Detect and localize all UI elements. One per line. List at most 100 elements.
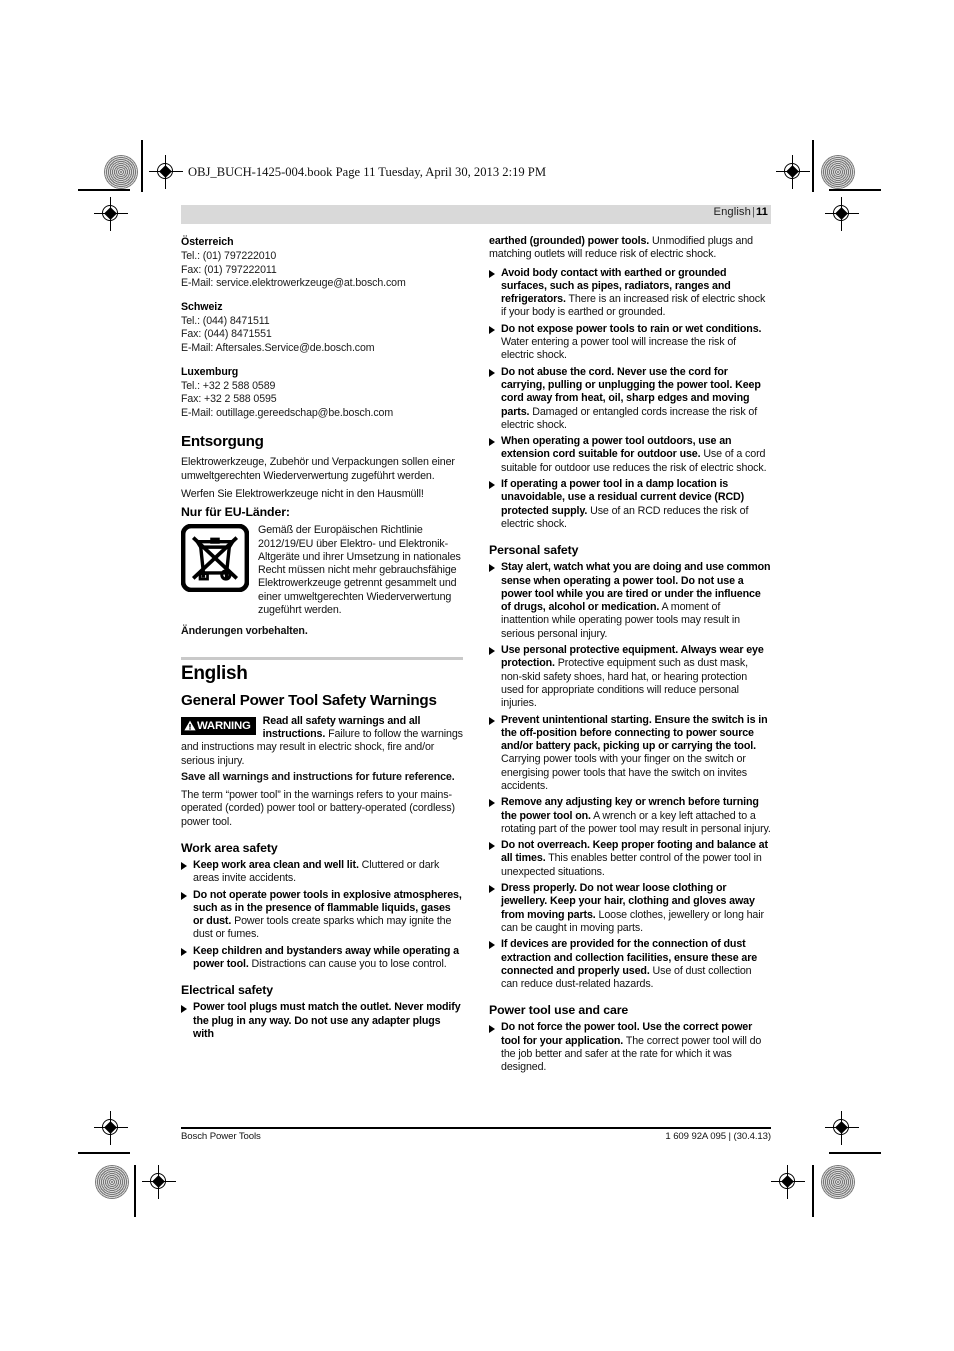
section-divider-rule <box>181 656 463 660</box>
address-line: Fax: +32 2 588 0595 <box>181 393 277 406</box>
crop-line-bottom-left-vertical <box>134 1165 136 1217</box>
bullet-triangle-icon <box>489 325 495 334</box>
page-title-english: English <box>181 662 248 684</box>
running-header-label: English|11 <box>714 206 768 218</box>
crop-line-left-upper-horizontal <box>78 189 130 191</box>
electrical-safety-list: Power tool plugs must match the outlet. … <box>181 1001 463 1041</box>
save-instructions-line: Save all warnings and instructions for f… <box>181 770 455 783</box>
list-item: Power tool plugs must match the outlet. … <box>181 1001 463 1041</box>
list-item: If devices are provided for the connecti… <box>489 938 771 991</box>
heading-electrical-safety: Electrical safety <box>181 983 273 998</box>
address-line: E-Mail: service.elektrowerkzeuge@at.bosc… <box>181 277 406 290</box>
registration-mark-bottom-left <box>94 1111 128 1145</box>
subject-to-change-notice: Änderungen vorbehalten. <box>181 625 308 638</box>
footer-right-text: 1 609 92A 095 | (30.4.13) <box>665 1131 771 1142</box>
warning-callout: WARNING Read all safety warnings and all… <box>181 715 463 768</box>
bullet-triangle-icon <box>181 1004 187 1013</box>
crop-line-bottom-right-vertical <box>812 1165 814 1217</box>
page-footer: Bosch Power Tools 1 609 92A 095 | (30.4.… <box>181 1131 771 1142</box>
address-line: E-Mail: outillage.gereedschap@be.bosch.c… <box>181 406 394 419</box>
list-item: Do not expose power tools to rain or wet… <box>489 323 771 363</box>
halftone-dot-bottom-right <box>821 1165 855 1199</box>
heading-general-safety-warnings: General Power Tool Safety Warnings <box>181 691 437 709</box>
footer-left-text: Bosch Power Tools <box>181 1131 261 1142</box>
list-item: Dress properly. Do not wear loose clothi… <box>489 882 771 935</box>
registration-mark-bottom-right <box>825 1111 859 1145</box>
personal-safety-list: Stay alert, watch what you are doing and… <box>489 561 771 991</box>
heading-power-tool-use-and-care: Power tool use and care <box>489 1003 629 1018</box>
registration-mark-right-upper <box>825 197 859 231</box>
crop-line-bottom-left-horizontal <box>78 1152 130 1154</box>
halftone-dot-bottom-left <box>95 1165 129 1199</box>
work-area-safety-list: Keep work area clean and well lit. Clutt… <box>181 859 463 971</box>
running-header-language: English <box>713 206 751 218</box>
bullet-triangle-icon <box>181 862 187 871</box>
service-address-austria: Österreich Tel.: (01) 797222010 Fax: (01… <box>181 235 463 291</box>
bullet-triangle-icon <box>489 1024 495 1033</box>
bullet-triangle-icon <box>489 799 495 808</box>
bullet-triangle-icon <box>489 269 495 278</box>
bullet-triangle-icon <box>489 716 495 725</box>
list-item: Do not force the power tool. Use the cor… <box>489 1021 771 1074</box>
left-column: Österreich Tel.: (01) 797222010 Fax: (01… <box>180 235 463 1078</box>
list-item: When operating a power tool outdoors, us… <box>489 435 771 475</box>
address-country-name: Luxemburg <box>181 365 239 378</box>
electrical-safety-carryover: earthed (grounded) power tools. Unmodifi… <box>489 235 771 262</box>
footer-divider-rule <box>181 1127 771 1129</box>
bullet-triangle-icon <box>489 647 495 656</box>
halftone-dot-top-right <box>821 155 855 189</box>
crop-line-bottom-right-horizontal <box>829 1152 881 1154</box>
list-item: Remove any adjusting key or wrench befor… <box>489 796 771 836</box>
address-country-name: Österreich <box>181 236 234 248</box>
list-item-bold: Keep work area clean and well lit. <box>193 858 359 871</box>
address-line: Fax: (044) 8471551 <box>181 328 272 341</box>
address-line: Fax: (01) 797222011 <box>181 263 277 276</box>
electrical-safety-list-continued: Avoid body contact with earthed or groun… <box>489 267 771 532</box>
bullet-triangle-icon <box>489 481 495 490</box>
print-file-header: OBJ_BUCH-1425-004.book Page 11 Tuesday, … <box>188 165 547 179</box>
carryover-bold: earthed (grounded) power tools. <box>489 235 650 247</box>
bullet-triangle-icon <box>489 842 495 851</box>
heading-eu-countries-only: Nur für EU-Länder: <box>181 505 290 520</box>
bullet-triangle-icon <box>181 947 187 956</box>
list-item: Prevent unintentional starting. Ensure t… <box>489 714 771 794</box>
address-line: Tel.: (01) 797222010 <box>181 250 277 262</box>
address-line: Tel.: +32 2 588 0589 <box>181 379 276 392</box>
bullet-triangle-icon <box>489 885 495 894</box>
crossed-out-wheelie-bin-icon <box>180 523 250 593</box>
power-tool-term-paragraph: The term “power tool” in the warnings re… <box>181 789 455 828</box>
registration-mark-bottom-left-outer <box>142 1165 176 1199</box>
bullet-triangle-icon <box>489 438 495 447</box>
list-item-bold: Power tool plugs must match the outlet. … <box>193 1001 461 1040</box>
crop-line-top-left-vertical <box>141 140 143 192</box>
list-item: Stay alert, watch what you are doing and… <box>489 561 771 641</box>
list-item-bold: When operating a power tool outdoors, us… <box>501 435 732 461</box>
document-page: English|11 Österreich Tel.: (01) 7972220… <box>180 205 771 1145</box>
list-item: Keep work area clean and well lit. Clutt… <box>181 859 463 886</box>
list-item-bold: Stay alert, watch what you are doing and… <box>501 561 771 614</box>
power-tool-use-list: Do not force the power tool. Use the cor… <box>489 1021 771 1074</box>
bullet-triangle-icon <box>181 891 187 900</box>
list-item: If operating a power tool in a damp loca… <box>489 478 771 531</box>
list-item: Do not overreach. Keep proper footing an… <box>489 839 771 879</box>
warning-badge-label: WARNING <box>197 719 251 732</box>
weee-block: Gemäß der Europäischen Richtlinie 2012/1… <box>180 523 463 617</box>
warning-badge: WARNING <box>181 716 256 735</box>
list-item: Do not abuse the cord. Never use the cor… <box>489 366 771 432</box>
registration-mark-bottom-right-outer <box>771 1165 805 1199</box>
weee-directive-text: Gemäß der Europäischen Richtlinie 2012/1… <box>258 524 461 617</box>
bullet-triangle-icon <box>489 564 495 573</box>
service-address-luxembourg: Luxemburg Tel.: +32 2 588 0589 Fax: +32 … <box>181 365 463 421</box>
running-header-page-number: 11 <box>755 206 768 218</box>
disposal-paragraph-2: Werfen Sie Elektrowerkzeuge nicht in den… <box>181 487 424 500</box>
list-item: Avoid body contact with earthed or groun… <box>489 267 771 320</box>
two-column-layout: Österreich Tel.: (01) 797222010 Fax: (01… <box>180 235 771 1078</box>
list-item-bold: Prevent unintentional starting. Ensure t… <box>501 713 768 753</box>
list-item: Do not operate power tools in explosive … <box>181 889 463 942</box>
list-item-rest: Distractions can cause you to lose contr… <box>248 958 447 971</box>
warning-triangle-icon <box>184 720 196 731</box>
list-item-rest: Power tools create sparks which may igni… <box>193 915 452 941</box>
right-column: earthed (grounded) power tools. Unmodifi… <box>489 235 771 1078</box>
registration-mark-top-left <box>149 155 183 189</box>
disposal-paragraph-1: Elektrowerkzeuge, Zubehör und Verpackung… <box>181 456 455 482</box>
